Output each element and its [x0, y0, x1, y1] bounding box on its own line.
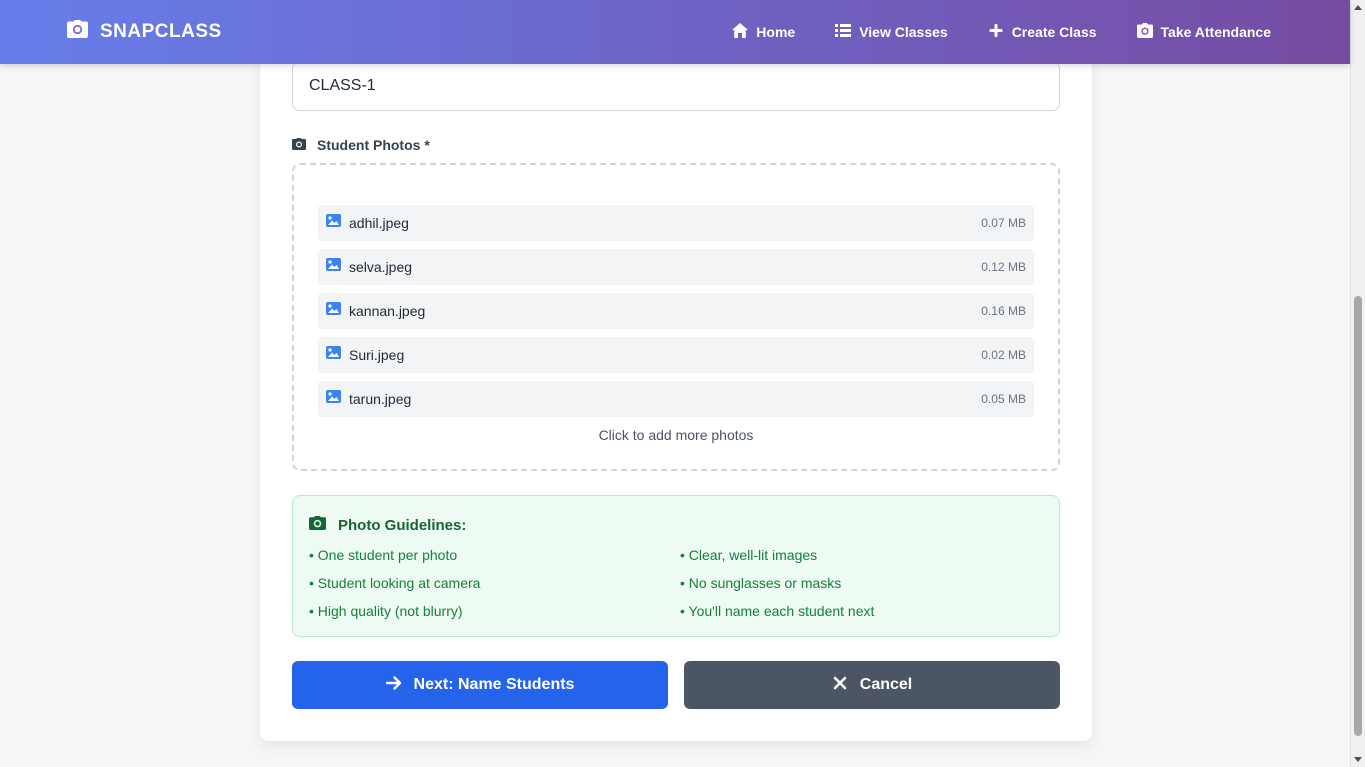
plus-icon: [988, 23, 1004, 41]
file-size: 0.12 MB: [981, 260, 1026, 274]
file-name: selva.jpeg: [349, 259, 413, 275]
image-icon: [326, 302, 349, 320]
scroll-down-arrow-icon[interactable]: [1354, 757, 1362, 762]
guidelines-title-text: Photo Guidelines:: [338, 516, 467, 534]
nav-link-label: Home: [756, 24, 796, 40]
page-scrollbar[interactable]: [1350, 0, 1365, 767]
nav-links: Home View Classes Create Class Take Atte…: [732, 0, 1271, 64]
file-size: 0.07 MB: [981, 216, 1026, 230]
add-more-photos-text: Click to add more photos: [598, 427, 754, 443]
arrow-right-icon: [385, 675, 402, 696]
nav-link-view-classes[interactable]: View Classes: [835, 23, 948, 41]
nav-link-label: View Classes: [859, 24, 948, 40]
file-item: tarun.jpeg 0.05 MB: [318, 381, 1034, 417]
cancel-button-label: Cancel: [859, 676, 913, 693]
file-size: 0.02 MB: [981, 348, 1026, 362]
home-icon: [732, 23, 749, 41]
image-icon: [326, 258, 349, 276]
image-icon: [326, 346, 349, 364]
close-icon: [832, 675, 848, 696]
guideline-item: • You'll name each student next: [680, 603, 875, 619]
photo-dropzone[interactable]: adhil.jpeg 0.07 MB selva.jpeg 0.12 MB ka…: [292, 163, 1060, 471]
nav-link-create-class[interactable]: Create Class: [988, 23, 1097, 41]
scrollbar-thumb[interactable]: [1354, 296, 1362, 736]
file-name: adhil.jpeg: [349, 215, 409, 231]
file-item: selva.jpeg 0.12 MB: [318, 249, 1034, 285]
file-size: 0.05 MB: [981, 392, 1026, 406]
file-size: 0.16 MB: [981, 304, 1026, 318]
image-icon: [326, 214, 349, 232]
file-name: Suri.jpeg: [349, 347, 405, 363]
brand[interactable]: SNAPCLASS: [67, 0, 222, 64]
brand-name: SNAPCLASS: [100, 21, 222, 42]
file-item: kannan.jpeg 0.16 MB: [318, 293, 1034, 329]
file-name: kannan.jpeg: [349, 303, 426, 319]
camera-icon: [292, 137, 306, 153]
guidelines-title: Photo Guidelines:: [309, 516, 466, 534]
file-item: adhil.jpeg 0.07 MB: [318, 205, 1034, 241]
camera-icon: [309, 516, 326, 534]
file-item: Suri.jpeg 0.02 MB: [318, 337, 1034, 373]
nav-link-home[interactable]: Home: [732, 23, 795, 41]
photo-guidelines: Photo Guidelines: • One student per phot…: [292, 495, 1060, 637]
guideline-item: • Clear, well-lit images: [680, 547, 818, 563]
guidelines-list: • One student per photo • Clear, well-li…: [309, 546, 1049, 620]
file-name: tarun.jpeg: [349, 391, 412, 407]
class-name-input[interactable]: CLASS-1: [292, 61, 1060, 111]
guideline-item: • No sunglasses or masks: [680, 575, 842, 591]
next-button-label: Next: Name Students: [413, 676, 575, 693]
scroll-up-arrow-icon[interactable]: [1354, 5, 1362, 10]
class-name-value: CLASS-1: [309, 77, 376, 94]
guideline-item: • One student per photo: [309, 547, 458, 563]
guideline-item: • Student looking at camera: [309, 575, 481, 591]
image-icon: [326, 390, 349, 408]
cancel-button[interactable]: Cancel: [684, 661, 1060, 709]
nav-link-take-attendance[interactable]: Take Attendance: [1136, 23, 1271, 41]
file-list: adhil.jpeg 0.07 MB selva.jpeg 0.12 MB ka…: [318, 205, 1034, 417]
camera-icon: [67, 20, 88, 44]
student-photos-label: Student Photos *: [292, 136, 430, 154]
list-icon: [835, 23, 852, 41]
top-navbar: SNAPCLASS Home View Classes Create Class…: [0, 0, 1350, 64]
guideline-item: • High quality (not blurry): [309, 603, 463, 619]
nav-link-label: Take Attendance: [1160, 24, 1271, 40]
camera-icon: [1136, 23, 1153, 41]
student-photos-label-text: Student Photos *: [317, 137, 430, 153]
nav-link-label: Create Class: [1011, 24, 1097, 40]
next-name-students-button[interactable]: Next: Name Students: [292, 661, 668, 709]
